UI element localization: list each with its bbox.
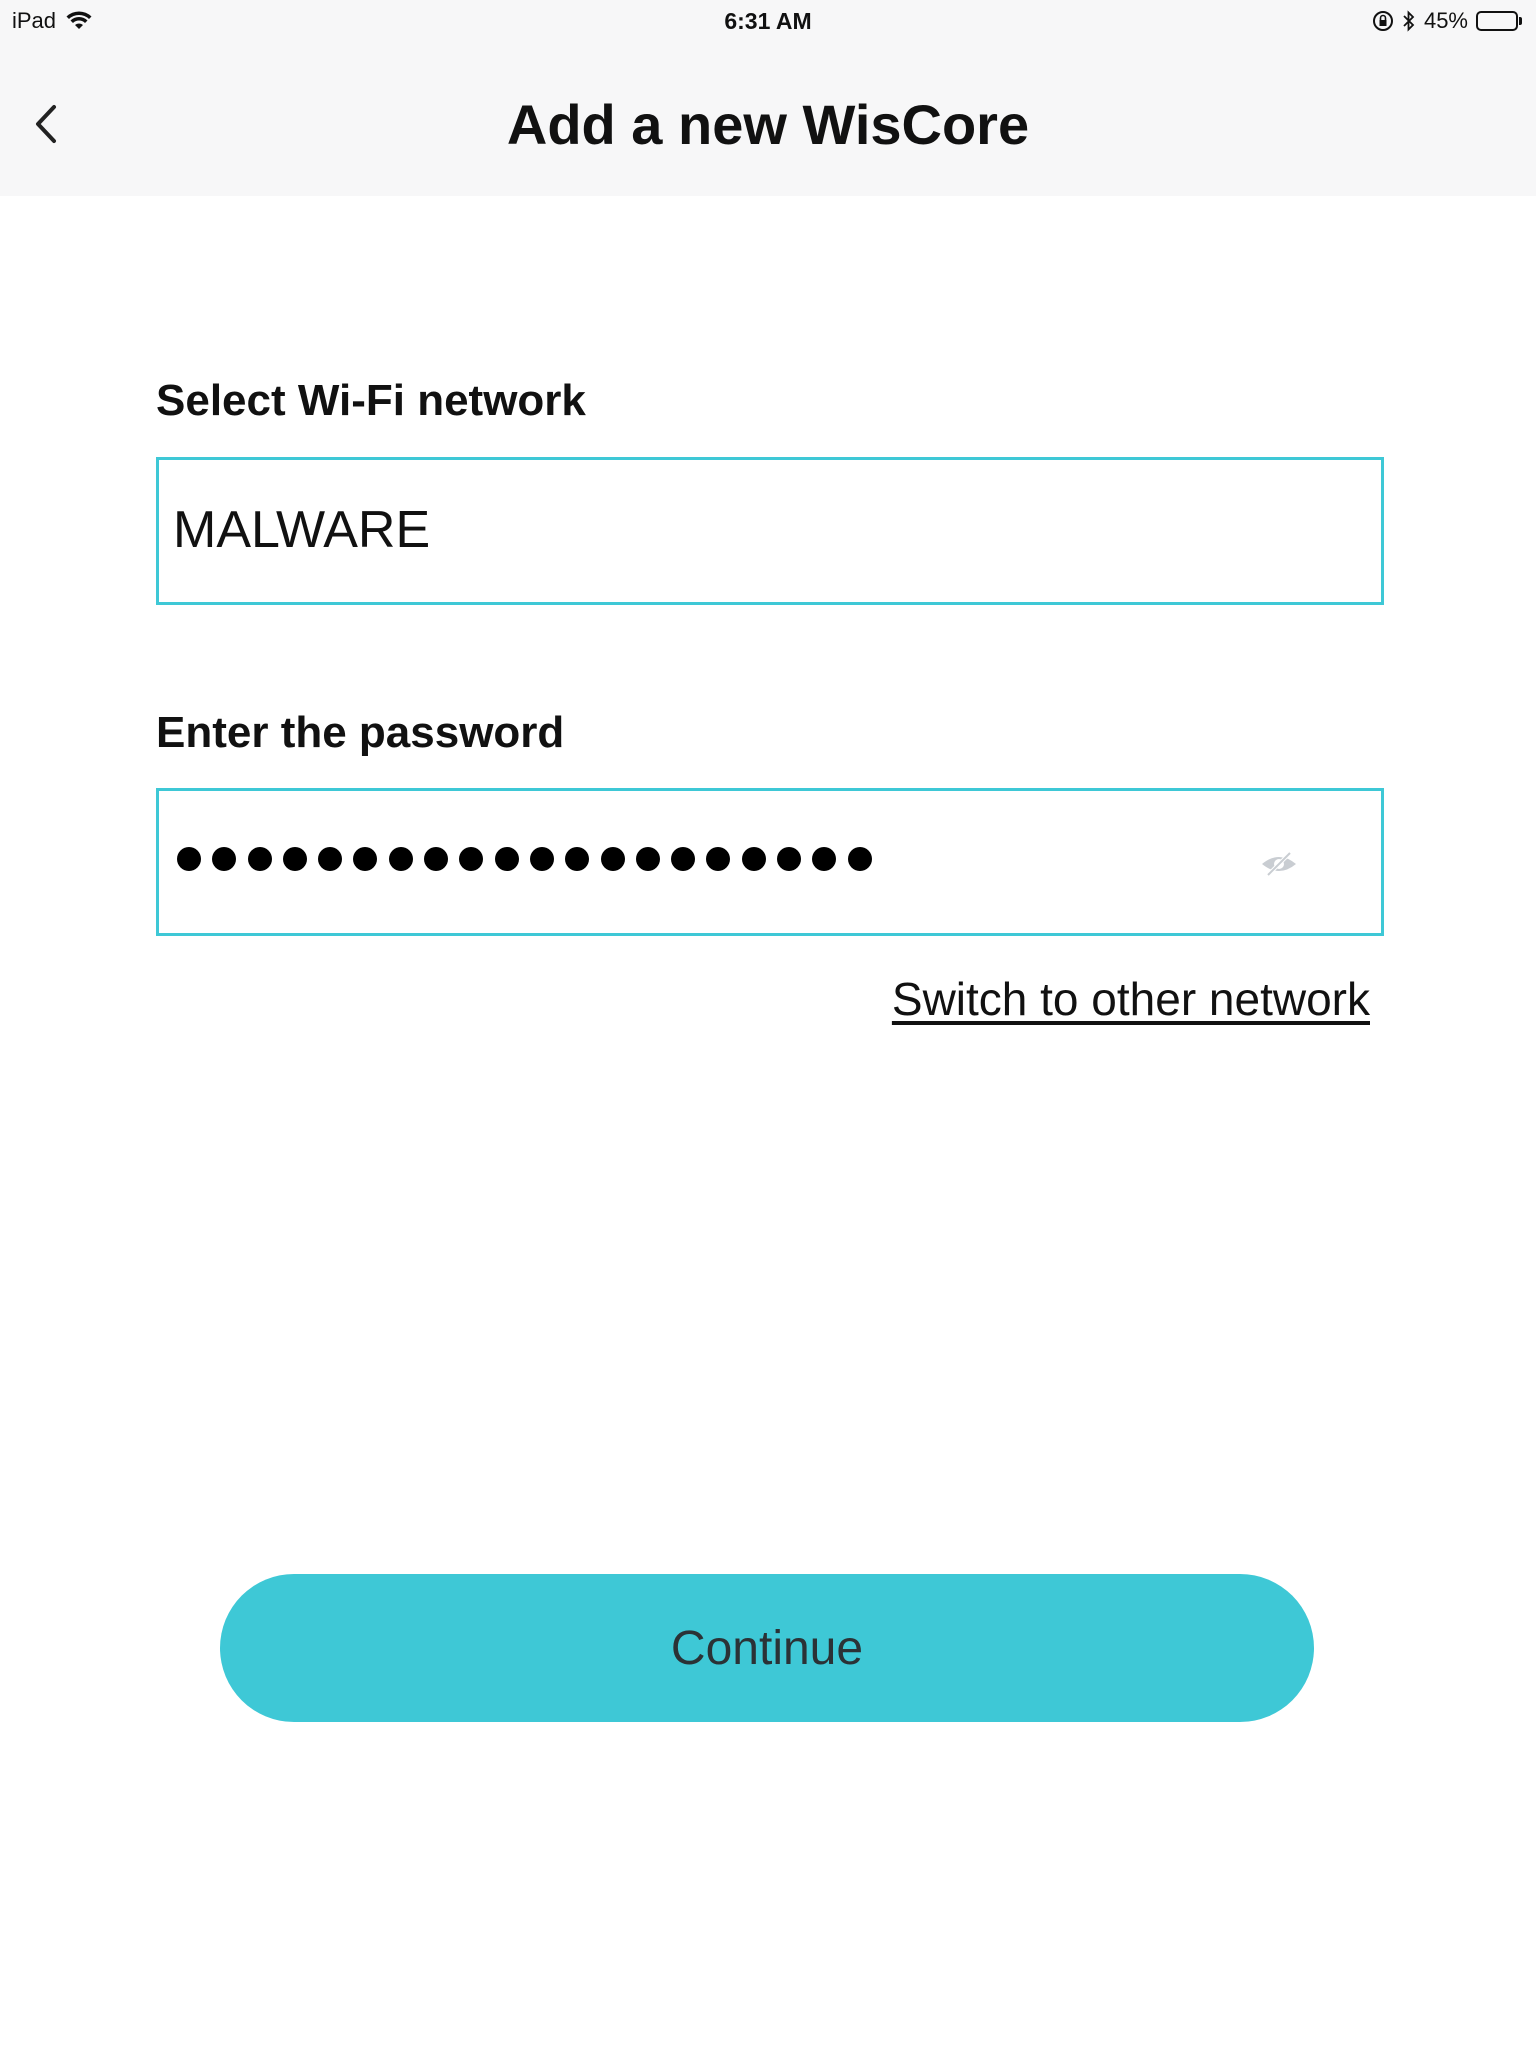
- password-dot: [565, 847, 590, 871]
- battery-icon: [1476, 11, 1522, 31]
- password-dot: [353, 847, 378, 871]
- network-value: MALWARE: [173, 501, 431, 559]
- continue-button[interactable]: Continue: [220, 1574, 1314, 1722]
- password-field[interactable]: [156, 788, 1384, 936]
- orientation-lock-icon: [1372, 11, 1393, 31]
- battery-percent: 45%: [1423, 8, 1468, 33]
- password-dot: [282, 847, 307, 871]
- password-dot: [177, 847, 201, 871]
- bluetooth-icon: [1403, 10, 1415, 32]
- password-dot: [247, 847, 272, 871]
- network-field[interactable]: MALWARE: [156, 457, 1384, 605]
- password-dot: [706, 847, 731, 871]
- password-dot: [388, 847, 413, 871]
- switch-network-link[interactable]: Switch to other network: [892, 972, 1370, 1026]
- password-dot: [459, 847, 484, 871]
- password-label: Enter the password: [156, 708, 565, 757]
- password-dot: [741, 847, 766, 871]
- status-right: 45%: [1372, 8, 1522, 34]
- password-dot: [671, 847, 696, 871]
- password-dot: [600, 847, 625, 871]
- password-dot: [812, 847, 837, 871]
- password-masked-value: [177, 847, 872, 871]
- password-dot: [424, 847, 449, 871]
- password-dot: [318, 847, 343, 871]
- password-dot: [212, 847, 237, 871]
- navigation-bar: Add a new WisCore: [0, 40, 1536, 196]
- password-dot: [635, 847, 660, 871]
- password-dot: [494, 847, 519, 871]
- network-label: Select Wi-Fi network: [156, 376, 586, 425]
- status-bar: iPad 6:31 AM 45%: [0, 0, 1536, 40]
- password-dot: [847, 847, 872, 871]
- status-time: 6:31 AM: [724, 8, 812, 34]
- password-dot: [777, 847, 802, 871]
- page-title: Add a new WisCore: [506, 93, 1030, 156]
- password-dot: [529, 847, 554, 871]
- eye-slash-icon[interactable]: [1259, 849, 1299, 879]
